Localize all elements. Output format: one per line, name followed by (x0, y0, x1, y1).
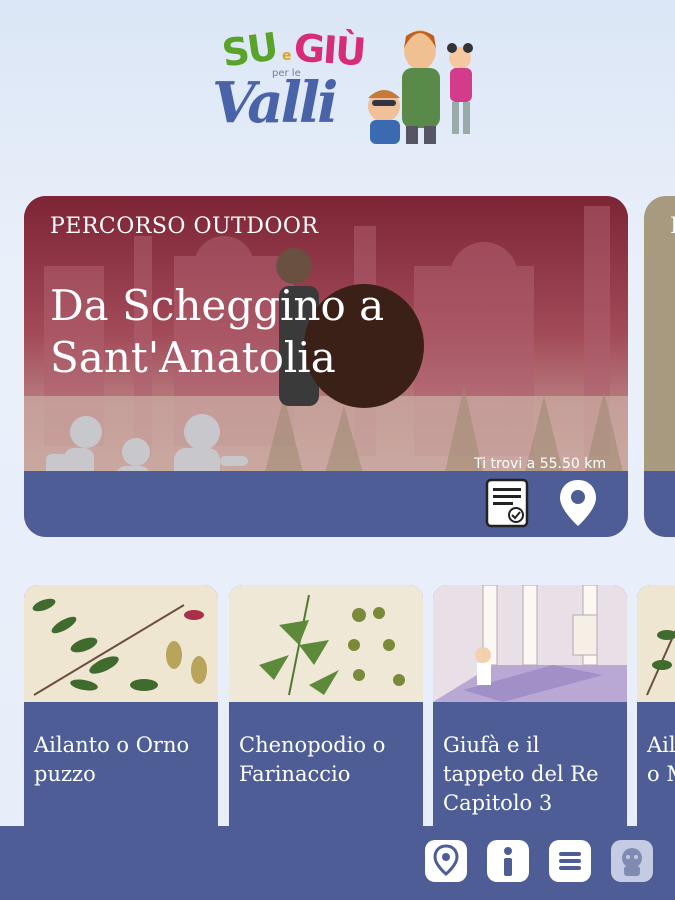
card-title: Ailanto o Orno puzzo (34, 733, 190, 786)
card-image-chenopodio (229, 585, 423, 702)
logo-su: SU (219, 24, 280, 76)
menu-icon (559, 852, 581, 870)
content-card[interactable]: Giufà e il tappeto del Re Capitolo 3 (433, 585, 627, 845)
content-card[interactable]: Chenopodio o Farinaccio (229, 585, 423, 845)
bottom-nav (0, 826, 675, 900)
menu-button[interactable] (549, 840, 591, 882)
next-route-card[interactable]: P (644, 196, 675, 537)
distance-label: Ti trovi a 55.50 km (474, 456, 606, 472)
logo-giu: GIÙ (292, 25, 366, 75)
app-logo: SU e GIÙ per le Valli (212, 18, 492, 148)
info-button[interactable] (487, 840, 529, 882)
route-location-button[interactable] (558, 478, 598, 528)
map-button[interactable] (425, 840, 467, 882)
route-details-button[interactable] (485, 478, 529, 528)
family-illustration (368, 30, 473, 144)
content-card[interactable]: Ail o M (637, 585, 675, 845)
card-title: Giufà e il tappeto del Re Capitolo 3 (443, 733, 599, 815)
card-title: Chenopodio o Farinaccio (239, 733, 386, 786)
card-image-ailanto (24, 585, 218, 702)
next-route-footer (644, 471, 675, 537)
route-title: Da Scheggino a Sant'Anatolia (50, 281, 385, 382)
route-card-footer (24, 471, 628, 537)
card-image-next (637, 585, 675, 702)
map-pin-icon (433, 844, 459, 876)
route-type-label: PERCORSO OUTDOOR (50, 214, 319, 239)
document-check-icon (485, 478, 529, 528)
featured-route-card[interactable]: PERCORSO OUTDOOR Da Scheggino a Sant'Ana… (24, 196, 628, 537)
card-title: Ail o M (647, 733, 675, 786)
character-button[interactable] (611, 840, 653, 882)
character-icon (622, 848, 642, 876)
content-card[interactable]: Ailanto o Orno puzzo (24, 585, 218, 845)
logo-valli: Valli (212, 70, 338, 136)
map-pin-icon (560, 480, 596, 526)
logo-e: e (282, 48, 292, 64)
info-icon (504, 847, 512, 876)
next-route-tag: P (670, 214, 675, 239)
card-image-giufa (433, 585, 627, 702)
